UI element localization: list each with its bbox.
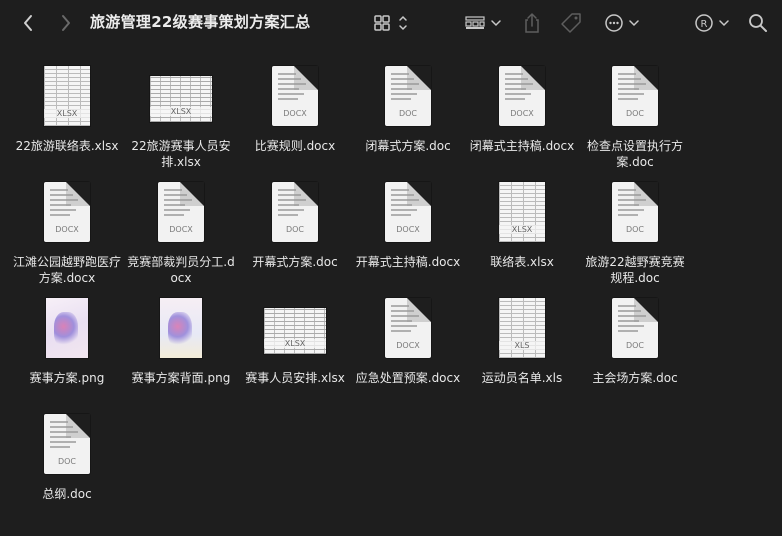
document-thumbnail: DOC: [238, 182, 352, 248]
document-thumbnail: DOC: [10, 414, 124, 480]
file-type-tag: DOC: [398, 109, 418, 118]
file-type-tag: DOCX: [396, 341, 420, 350]
file-name: 主会场方案.doc: [592, 371, 678, 385]
file-type-tag: DOCX: [283, 109, 307, 118]
registered-icon[interactable]: R: [694, 10, 732, 36]
file-item[interactable]: XLS 运动员名单.xls: [465, 298, 579, 386]
document-thumbnail: DOCX: [10, 182, 124, 248]
file-item[interactable]: DOCX 竞赛部裁判员分工.docx: [124, 182, 238, 286]
file-type-tag: XLSX: [264, 339, 326, 348]
file-item[interactable]: DOC 旅游22越野赛竞赛规程.doc: [578, 182, 692, 286]
document-thumbnail: DOC: [578, 66, 692, 132]
file-name: 检查点设置执行方案.doc: [586, 139, 683, 169]
document-thumbnail: XLSX: [10, 66, 124, 132]
file-item[interactable]: XLSX 22旅游联络表.xlsx: [10, 66, 124, 154]
document-thumbnail: DOC: [578, 298, 692, 364]
file-name: 开幕式主持稿.docx: [355, 255, 461, 269]
search-icon[interactable]: [746, 10, 770, 36]
file-item[interactable]: XLSX 22旅游赛事人员安排.xlsx: [124, 66, 238, 170]
share-icon[interactable]: [520, 10, 544, 36]
file-item[interactable]: 赛事方案背面.png: [124, 298, 238, 386]
document-thumbnail: XLSX: [124, 66, 238, 132]
file-name: 赛事方案.png: [29, 371, 105, 385]
file-item[interactable]: DOCX 比赛规则.docx: [238, 66, 352, 154]
file-name: 联络表.xlsx: [490, 255, 554, 269]
file-item[interactable]: DOC 闭幕式方案.doc: [351, 66, 465, 154]
file-type-tag: XLS: [499, 341, 545, 350]
document-thumbnail: DOC: [351, 66, 465, 132]
file-item[interactable]: XLSX 赛事人员安排.xlsx: [238, 298, 352, 386]
ellipsis-circle-icon[interactable]: [604, 10, 642, 36]
image-thumbnail: [10, 298, 124, 364]
document-thumbnail: DOCX: [238, 66, 352, 132]
file-name: 开幕式方案.doc: [252, 255, 338, 269]
file-type-tag: DOCX: [396, 225, 420, 234]
file-name: 赛事人员安排.xlsx: [245, 371, 345, 385]
file-item[interactable]: DOCX 开幕式主持稿.docx: [351, 182, 465, 270]
file-name: 22旅游联络表.xlsx: [15, 139, 119, 153]
tag-icon[interactable]: [558, 10, 584, 36]
file-item[interactable]: DOC 检查点设置执行方案.doc: [578, 66, 692, 170]
file-item[interactable]: DOC 总纲.doc: [10, 414, 124, 502]
document-thumbnail: XLS: [465, 298, 579, 364]
toolbar: 旅游管理22级赛事策划方案汇总 R: [0, 0, 782, 46]
file-item[interactable]: DOCX 闭幕式主持稿.docx: [465, 66, 579, 154]
file-name: 赛事方案背面.png: [131, 371, 231, 385]
file-item[interactable]: XLSX 联络表.xlsx: [465, 182, 579, 270]
file-item[interactable]: DOC 主会场方案.doc: [578, 298, 692, 386]
file-name: 总纲.doc: [42, 487, 92, 501]
file-name: 旅游22越野赛竞赛规程.doc: [585, 255, 685, 285]
document-thumbnail: DOCX: [465, 66, 579, 132]
file-type-tag: XLSX: [150, 107, 212, 116]
image-thumbnail: [124, 298, 238, 364]
document-thumbnail: DOCX: [351, 182, 465, 248]
file-name: 比赛规则.docx: [254, 139, 336, 153]
file-name: 江滩公园越野跑医疗方案.docx: [12, 255, 121, 285]
file-item[interactable]: DOCX 应急处置预案.docx: [351, 298, 465, 386]
file-type-tag: XLSX: [499, 225, 545, 234]
file-name: 闭幕式方案.doc: [365, 139, 451, 153]
document-thumbnail: XLSX: [238, 298, 352, 364]
chevron-left-icon[interactable]: [16, 10, 40, 36]
window-title: 旅游管理22级赛事策划方案汇总: [90, 13, 311, 31]
group-icon[interactable]: [464, 10, 504, 36]
svg-text:R: R: [701, 19, 708, 30]
file-type-tag: DOCX: [510, 109, 534, 118]
file-name: 竞赛部裁判员分工.docx: [127, 255, 235, 285]
file-name: 运动员名单.xls: [481, 371, 563, 385]
file-type-tag: DOCX: [55, 225, 79, 234]
file-type-tag: DOC: [625, 341, 645, 350]
grid-view-icon[interactable]: [370, 10, 412, 36]
chevron-right-icon[interactable]: [54, 10, 78, 36]
file-name: 22旅游赛事人员安排.xlsx: [131, 139, 231, 169]
file-type-tag: DOC: [625, 109, 645, 118]
file-item[interactable]: DOCX 江滩公园越野跑医疗方案.docx: [10, 182, 124, 286]
file-item[interactable]: DOC 开幕式方案.doc: [238, 182, 352, 270]
file-type-tag: DOC: [285, 225, 305, 234]
file-name: 闭幕式主持稿.docx: [469, 139, 575, 153]
file-type-tag: DOCX: [169, 225, 193, 234]
file-type-tag: DOC: [57, 457, 77, 466]
file-type-tag: XLSX: [44, 109, 90, 118]
document-thumbnail: XLSX: [465, 182, 579, 248]
document-thumbnail: DOC: [578, 182, 692, 248]
document-thumbnail: DOCX: [124, 182, 238, 248]
file-name: 应急处置预案.docx: [355, 371, 461, 385]
file-item[interactable]: 赛事方案.png: [10, 298, 124, 386]
file-type-tag: DOC: [625, 225, 645, 234]
document-thumbnail: DOCX: [351, 298, 465, 364]
